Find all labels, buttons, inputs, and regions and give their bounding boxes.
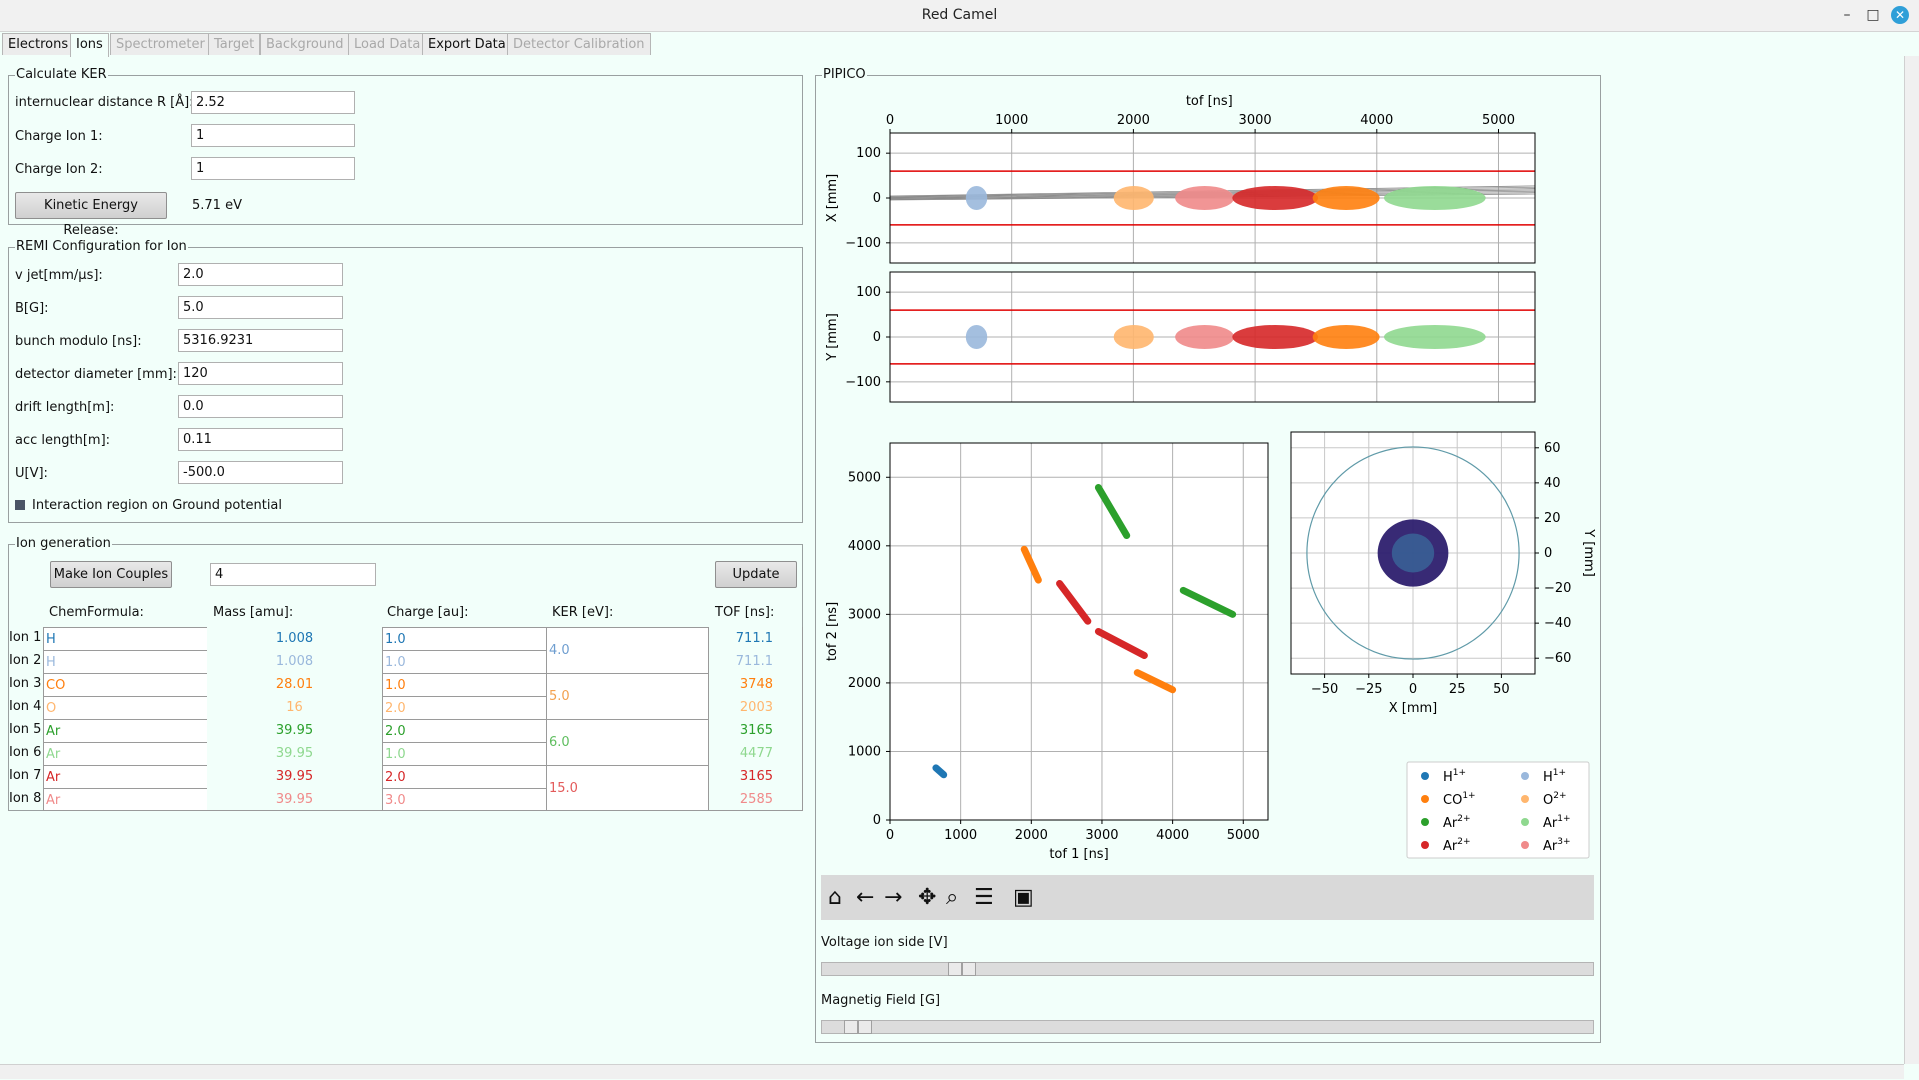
magnetic-field-slider-label: Magnetig Field [G] (821, 993, 941, 1008)
y-tick-label: 0 (873, 813, 881, 828)
x-tick-label: 2000 (1015, 828, 1048, 843)
y-tick-label: 5000 (848, 470, 881, 485)
y-tick-label: 60 (1544, 441, 1561, 456)
x-tick-label: 4000 (1360, 113, 1393, 128)
y-tick-label: 20 (1544, 511, 1561, 526)
x-tick-label: −50 (1311, 682, 1338, 697)
ion-blob (1312, 186, 1380, 210)
x-tick-label: −25 (1355, 682, 1382, 697)
x-tick-label: 2000 (1117, 113, 1150, 128)
configure-icon[interactable]: ☰ (974, 885, 994, 910)
legend-marker (1521, 795, 1529, 803)
x-tick-label: 1000 (944, 828, 977, 843)
x-tick-label: 3000 (1085, 828, 1118, 843)
ion-blob (1175, 186, 1235, 210)
legend-charge: 2+ (1457, 837, 1470, 847)
legend-marker (1421, 818, 1429, 826)
legend-charge: 3+ (1557, 837, 1570, 847)
hit-cloud-core (1391, 533, 1435, 573)
ion-blob (1113, 186, 1154, 210)
plot-toolbar: ⌂ ← → ✥ ⌕ ☰ ▣ (821, 875, 1594, 920)
x-tick-label: 25 (1449, 682, 1466, 697)
magnetic-field-slider-handle-right[interactable] (858, 1020, 872, 1034)
x-axis-label: tof 1 [ns] (1049, 847, 1108, 862)
y-tick-label: −40 (1544, 616, 1571, 631)
ion-blob (965, 325, 988, 349)
zoom-icon[interactable]: ⌕ (946, 885, 958, 910)
voltage-slider-handle-right[interactable] (962, 962, 976, 976)
legend-charge: 1+ (1553, 768, 1566, 778)
ion-blob (1113, 325, 1154, 349)
y-axis-label: Y [mm] (1581, 528, 1596, 577)
legend-charge: 1+ (1462, 791, 1475, 801)
y-axis-label: Y [mm] (825, 313, 840, 362)
x-axis-label: X [mm] (1389, 701, 1438, 716)
legend-marker (1521, 818, 1529, 826)
y-tick-label: 4000 (848, 539, 881, 554)
legend-charge: 2+ (1553, 791, 1566, 801)
x-tick-label: 0 (1409, 682, 1417, 697)
y-tick-label: 2000 (848, 676, 881, 691)
x-tick-label: 4000 (1156, 828, 1189, 843)
y-tick-label: 0 (873, 330, 881, 345)
x-tick-label: 0 (886, 113, 894, 128)
forward-arrow-icon[interactable]: → (884, 885, 902, 910)
legend-marker (1521, 772, 1529, 780)
y-axis-label: X [mm] (825, 174, 840, 223)
legend-charge: 1+ (1453, 768, 1466, 778)
y-tick-label: 1000 (848, 744, 881, 759)
legend-marker (1521, 841, 1529, 849)
x-tick-label: 5000 (1227, 828, 1260, 843)
ion-blob (1175, 325, 1235, 349)
y-tick-label: 0 (873, 191, 881, 206)
y-tick-label: −100 (845, 375, 881, 390)
x-tick-label: 0 (886, 828, 894, 843)
save-icon[interactable]: ▣ (1013, 885, 1034, 910)
legend-charge: 2+ (1457, 814, 1470, 824)
y-axis-label: tof 2 [ns] (825, 602, 840, 661)
plot-area (890, 443, 1268, 820)
pan-icon[interactable]: ✥ (918, 885, 936, 910)
vertical-scrollbar[interactable] (1904, 56, 1919, 1064)
voltage-slider-label: Voltage ion side [V] (821, 935, 948, 950)
horizontal-scrollbar[interactable] (0, 1064, 1904, 1079)
legend-marker (1421, 841, 1429, 849)
x-axis-label: tof [ns] (1186, 94, 1233, 109)
ion-blob (1232, 325, 1319, 349)
legend-charge: 1+ (1557, 814, 1570, 824)
legend-marker (1421, 795, 1429, 803)
x-tick-label: 50 (1493, 682, 1510, 697)
ion-blob (965, 186, 988, 210)
voltage-slider[interactable] (821, 962, 1594, 976)
y-tick-label: −100 (845, 236, 881, 251)
legend-marker (1421, 772, 1429, 780)
y-tick-label: 40 (1544, 476, 1561, 491)
ion-blob (1312, 325, 1380, 349)
y-tick-label: 100 (856, 285, 881, 300)
x-tick-label: 3000 (1239, 113, 1272, 128)
x-tick-label: 1000 (995, 113, 1028, 128)
magnetic-field-slider[interactable] (821, 1020, 1594, 1034)
y-tick-label: −20 (1544, 581, 1571, 596)
ion-blob (1232, 186, 1319, 210)
magnetic-field-slider-handle[interactable] (844, 1020, 858, 1034)
x-tick-label: 5000 (1482, 113, 1515, 128)
back-arrow-icon[interactable]: ← (856, 885, 874, 910)
y-tick-label: 100 (856, 146, 881, 161)
voltage-slider-handle[interactable] (948, 962, 962, 976)
y-tick-label: −60 (1544, 651, 1571, 666)
ion-blob (1383, 325, 1486, 349)
ion-blob (1383, 186, 1486, 210)
y-tick-label: 3000 (848, 607, 881, 622)
y-tick-label: 0 (1544, 546, 1552, 561)
home-icon[interactable]: ⌂ (828, 885, 842, 910)
